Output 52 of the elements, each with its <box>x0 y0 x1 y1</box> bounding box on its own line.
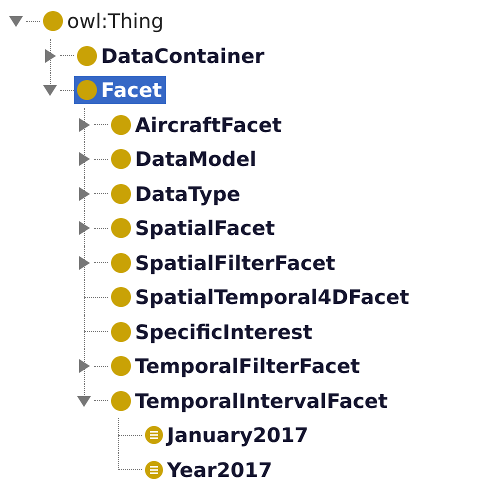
expand-icon[interactable] <box>77 118 91 132</box>
tree-node[interactable]: DataContainer <box>74 42 268 70</box>
class-icon <box>76 79 98 102</box>
node-label: owl:Thing <box>67 9 164 34</box>
class-icon <box>110 114 132 136</box>
class-icon <box>42 10 64 32</box>
class-icon <box>110 390 132 412</box>
class-icon <box>110 320 132 343</box>
tree-node[interactable]: SpatialTemporal4DFacet <box>108 283 414 312</box>
expand-icon[interactable] <box>77 186 91 201</box>
collapse-icon[interactable] <box>43 83 57 98</box>
node-label: SpatialFacet <box>135 216 275 240</box>
class-icon <box>110 252 132 274</box>
class-icon <box>110 217 132 240</box>
node-label: Facet <box>101 78 162 102</box>
tree-node[interactable]: SpatialFacet <box>108 214 279 242</box>
class-icon <box>110 148 132 170</box>
tree-node[interactable]: January2017 <box>142 421 312 450</box>
tree-node[interactable]: Facet <box>74 76 166 104</box>
node-label: TemporalIntervalFacet <box>135 388 388 413</box>
node-label: SpatialTemporal4DFacet <box>135 285 410 310</box>
expand-icon[interactable] <box>43 48 57 63</box>
tree-node[interactable]: DataType <box>108 180 244 208</box>
individual-icon <box>144 425 164 446</box>
tree-node[interactable]: SpecificInterest <box>108 318 316 346</box>
tree-node[interactable]: TemporalIntervalFacet <box>108 386 392 415</box>
class-icon <box>110 355 132 378</box>
tree-node[interactable]: owl:Thing <box>40 7 168 36</box>
node-label: SpatialFilterFacet <box>135 250 336 275</box>
class-icon <box>110 286 132 308</box>
tree-node[interactable]: DataModel <box>108 145 261 174</box>
tree-node[interactable]: AircraftFacet <box>108 110 286 139</box>
node-label: Year2017 <box>167 458 272 482</box>
node-label: AircraftFacet <box>135 112 282 137</box>
expand-icon[interactable] <box>77 221 91 236</box>
node-label: SpecificInterest <box>135 320 312 344</box>
collapse-icon[interactable] <box>77 394 91 408</box>
node-label: TemporalFilterFacet <box>135 354 360 378</box>
node-label: DataContainer <box>101 44 264 68</box>
expand-icon[interactable] <box>77 152 91 166</box>
class-icon <box>110 182 132 205</box>
tree-node[interactable]: SpatialFilterFacet <box>108 248 340 277</box>
tree-node[interactable]: Year2017 <box>142 456 276 484</box>
tree-node[interactable]: TemporalFilterFacet <box>108 352 364 380</box>
node-label: DataType <box>135 182 240 206</box>
expand-icon[interactable] <box>77 359 91 374</box>
node-label: January2017 <box>167 423 308 448</box>
collapse-icon[interactable] <box>9 14 23 28</box>
individual-icon <box>144 460 164 480</box>
node-label: DataModel <box>135 147 257 172</box>
class-icon <box>76 44 98 67</box>
expand-icon[interactable] <box>77 256 91 270</box>
